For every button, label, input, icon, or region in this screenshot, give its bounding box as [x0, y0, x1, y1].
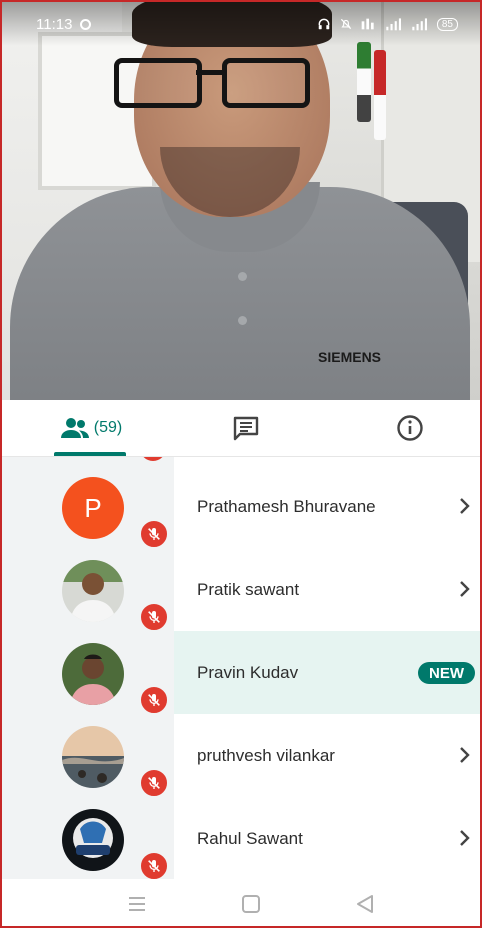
chat-icon: [233, 416, 259, 441]
participant-name: pruthvesh vilankar: [197, 745, 335, 765]
background-flag: [374, 50, 386, 140]
avatar: P: [62, 477, 124, 539]
avatar: [62, 643, 124, 705]
participant-name: Pravin Kudav: [197, 662, 299, 682]
app-frame: SIEMENS 11:13 85 (59) P Prathamesh Bhura…: [0, 0, 482, 928]
participant-row[interactable]: Rahul Sawant: [2, 797, 480, 879]
tab-chat[interactable]: [216, 400, 276, 456]
mic-off-icon: [138, 601, 170, 633]
system-nav-bar: [2, 879, 480, 926]
back-icon[interactable]: [352, 891, 378, 917]
background-flag: [357, 42, 371, 122]
people-icon: [60, 418, 89, 438]
participant-name: Pratik sawant: [197, 579, 300, 599]
mic-off-icon: [138, 767, 170, 799]
notification-icon: [80, 18, 92, 30]
tab-info[interactable]: [380, 400, 440, 456]
status-bar: 11:13 85: [2, 2, 480, 46]
mic-off-icon: [138, 518, 170, 550]
participant-row[interactable]: Pravin Kudav NEW: [2, 631, 480, 716]
tab-bar: (59): [2, 400, 480, 457]
shirt-logo: SIEMENS: [318, 349, 382, 365]
mute-bell-icon: [340, 18, 351, 30]
signal-icon: [412, 18, 427, 31]
chevron-right-icon[interactable]: [454, 496, 474, 516]
status-time: 11:13: [36, 15, 73, 33]
participant-list[interactable]: P Prathamesh Bhuravane Pratik sawant Pra…: [2, 457, 480, 879]
battery-icon: 85: [436, 17, 458, 31]
participant-name: Prathamesh Bhuravane: [197, 496, 376, 516]
person-glasses: [114, 58, 314, 108]
avatar: [62, 809, 124, 871]
participant-row[interactable]: P Prathamesh Bhuravane: [2, 465, 480, 550]
info-icon: [397, 415, 423, 441]
new-badge: NEW: [418, 662, 475, 684]
avatar: [62, 726, 124, 788]
chevron-right-icon[interactable]: [454, 828, 474, 848]
active-tab-indicator: [54, 452, 126, 456]
signal-icon: [386, 18, 401, 31]
tab-people[interactable]: (59): [42, 400, 140, 456]
participant-name: Rahul Sawant: [197, 828, 303, 848]
mic-off-icon: [138, 684, 170, 716]
video-feed[interactable]: SIEMENS 11:13 85: [2, 2, 480, 400]
avatar: [62, 560, 124, 622]
mic-off-icon: [138, 850, 170, 879]
chevron-right-icon[interactable]: [454, 745, 474, 765]
volte-icon: [361, 18, 374, 30]
home-icon[interactable]: [238, 891, 264, 917]
chevron-right-icon[interactable]: [454, 579, 474, 599]
shirt-button: [238, 272, 247, 281]
people-count: (59): [93, 419, 123, 436]
headphones-icon: [318, 18, 330, 30]
participant-row[interactable]: pruthvesh vilankar: [2, 714, 480, 799]
shirt-button: [238, 316, 247, 325]
participant-row[interactable]: Pratik sawant: [2, 548, 480, 633]
menu-icon[interactable]: [124, 891, 150, 917]
